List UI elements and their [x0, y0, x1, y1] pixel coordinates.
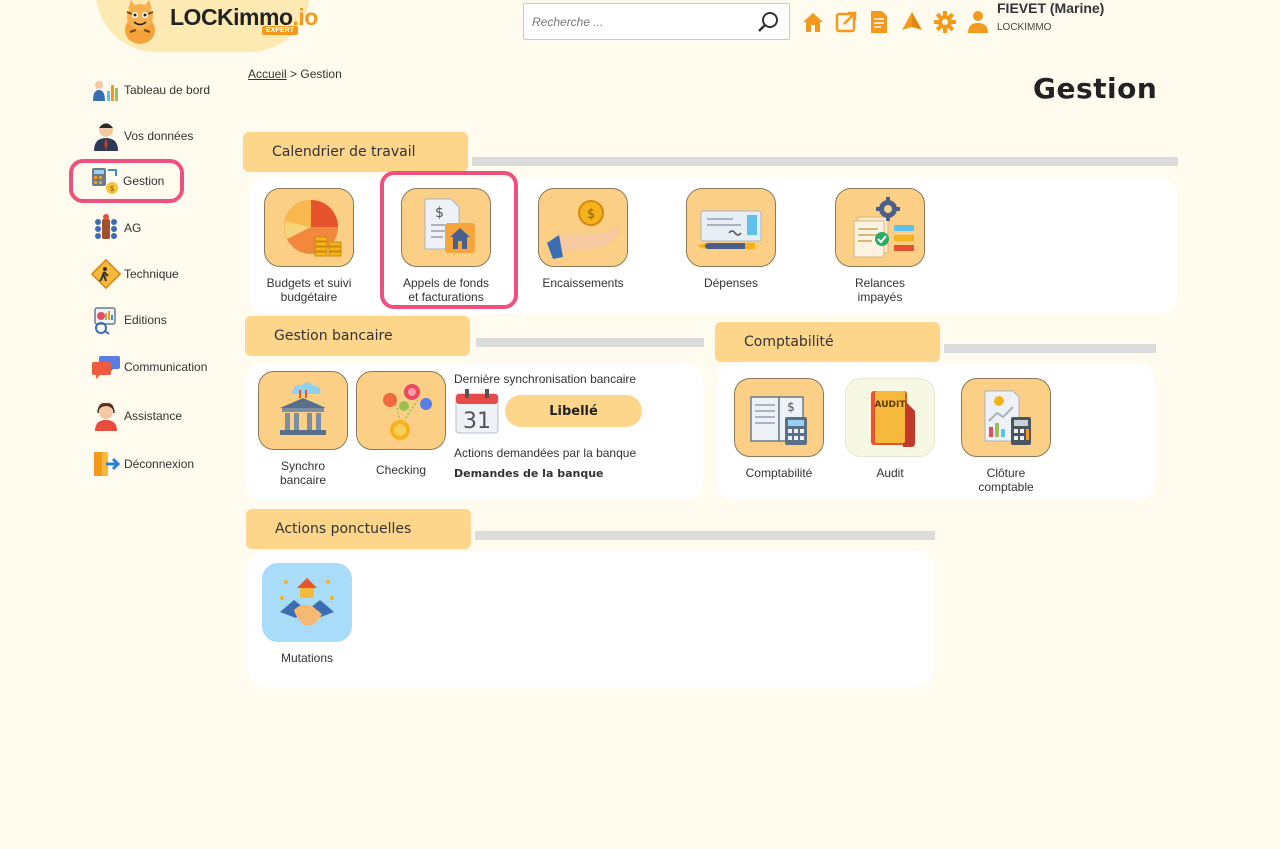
- tile-synchro-bancaire[interactable]: Synchro bancaire: [258, 371, 348, 487]
- budget-pie-icon: [264, 188, 354, 267]
- libelle-button[interactable]: Libellé: [505, 395, 642, 427]
- tile-budgets[interactable]: Budgets et suivi budgétaire: [264, 188, 354, 304]
- logout-icon: [91, 449, 121, 479]
- chat-icon: [91, 352, 121, 382]
- sail-icon[interactable]: [899, 8, 924, 36]
- bank-sync-icon: [258, 371, 348, 450]
- tile-relances-impayes[interactable]: Relances impayés: [835, 188, 925, 304]
- tile-depenses[interactable]: Dépenses: [686, 188, 776, 290]
- support-icon: [91, 401, 121, 431]
- cat-mascot-icon: [125, 0, 155, 44]
- page-title: Gestion: [1033, 72, 1158, 105]
- sync-label: Dernière synchronisation bancaire: [454, 372, 637, 386]
- gestion-icon: $: [90, 166, 120, 196]
- closing-report-icon: [961, 378, 1051, 457]
- sidebar-item-technique[interactable]: Technique: [70, 256, 220, 292]
- coins-network-icon: [356, 371, 446, 450]
- document-icon[interactable]: [866, 8, 891, 36]
- meeting-icon: [91, 213, 121, 243]
- worker-icon: [91, 259, 121, 289]
- tile-checking[interactable]: Checking: [356, 371, 446, 477]
- calendar-icon: 31: [455, 389, 499, 434]
- section-header-ponctuelles: Actions ponctuelles: [246, 509, 471, 549]
- tile-cloture-comptable[interactable]: Clôture comptable: [961, 378, 1051, 494]
- reminder-gear-icon: [835, 188, 925, 267]
- svg-text:$: $: [587, 207, 595, 222]
- svg-text:$: $: [109, 184, 114, 193]
- breadcrumb-current: Gestion: [300, 67, 342, 81]
- section-header-comptabilite: Comptabilité: [715, 322, 940, 362]
- svg-text:AUDIT: AUDIT: [875, 400, 907, 410]
- hand-coin-icon: $: [538, 188, 628, 267]
- dashboard-icon: [91, 75, 121, 105]
- section-divider: [472, 157, 1178, 166]
- breadcrumb-home-link[interactable]: Accueil: [248, 67, 287, 81]
- sidebar-item-editions[interactable]: Editions: [70, 302, 220, 338]
- actions-label: Actions demandées par la banque: [454, 446, 637, 460]
- app-logo[interactable]: LOCKimmo.io EXPERT: [96, 0, 318, 52]
- search-box: [523, 3, 790, 40]
- sidebar-item-communication[interactable]: Communication: [70, 349, 220, 385]
- tile-comptabilite[interactable]: $ Comptabilité: [734, 378, 824, 480]
- audit-folder-icon: AUDIT: [845, 378, 935, 457]
- sidebar-item-ag[interactable]: AG: [70, 210, 220, 246]
- svg-text:31: 31: [463, 409, 491, 434]
- section-header-bancaire: Gestion bancaire: [245, 316, 470, 356]
- report-icon: [91, 305, 121, 335]
- person-icon: [91, 121, 121, 151]
- section-divider: [476, 338, 704, 347]
- home-icon[interactable]: [800, 8, 825, 36]
- tile-mutations[interactable]: Mutations: [262, 563, 352, 665]
- check-pen-icon: [686, 188, 776, 267]
- search-icon[interactable]: [757, 10, 781, 34]
- user-organization: LOCKIMMO: [997, 22, 1052, 33]
- search-input[interactable]: [532, 12, 752, 32]
- sidebar-item-assistance[interactable]: Assistance: [70, 398, 220, 434]
- user-name[interactable]: FIEVET (Marine): [997, 0, 1104, 16]
- gear-icon[interactable]: [932, 8, 957, 36]
- breadcrumb: Accueil > Gestion: [248, 67, 342, 81]
- external-link-icon[interactable]: [833, 8, 858, 36]
- section-header-calendrier: Calendrier de travail: [243, 132, 468, 172]
- section-divider: [475, 531, 935, 540]
- demandes-link[interactable]: Demandes de la banque: [454, 467, 604, 480]
- handshake-house-icon: [262, 563, 352, 642]
- ledger-calculator-icon: $: [734, 378, 824, 457]
- sidebar-item-tableau-de-bord[interactable]: Tableau de bord: [70, 72, 220, 108]
- tile-encaissements[interactable]: $ Encaissements: [538, 188, 628, 290]
- svg-text:$: $: [787, 400, 795, 414]
- top-toolbar: [800, 8, 990, 36]
- sidebar-item-deconnexion[interactable]: Déconnexion: [70, 446, 220, 482]
- tile-audit[interactable]: AUDIT Audit: [845, 378, 935, 480]
- tile-highlight-marker: [380, 171, 518, 309]
- user-icon[interactable]: [965, 8, 990, 36]
- breadcrumb-separator: >: [290, 67, 298, 81]
- brand-badge: EXPERT: [262, 26, 299, 35]
- sidebar-item-gestion[interactable]: $ Gestion: [69, 159, 184, 203]
- sidebar-item-vos-donnees[interactable]: Vos données: [70, 118, 220, 154]
- section-divider: [944, 344, 1156, 353]
